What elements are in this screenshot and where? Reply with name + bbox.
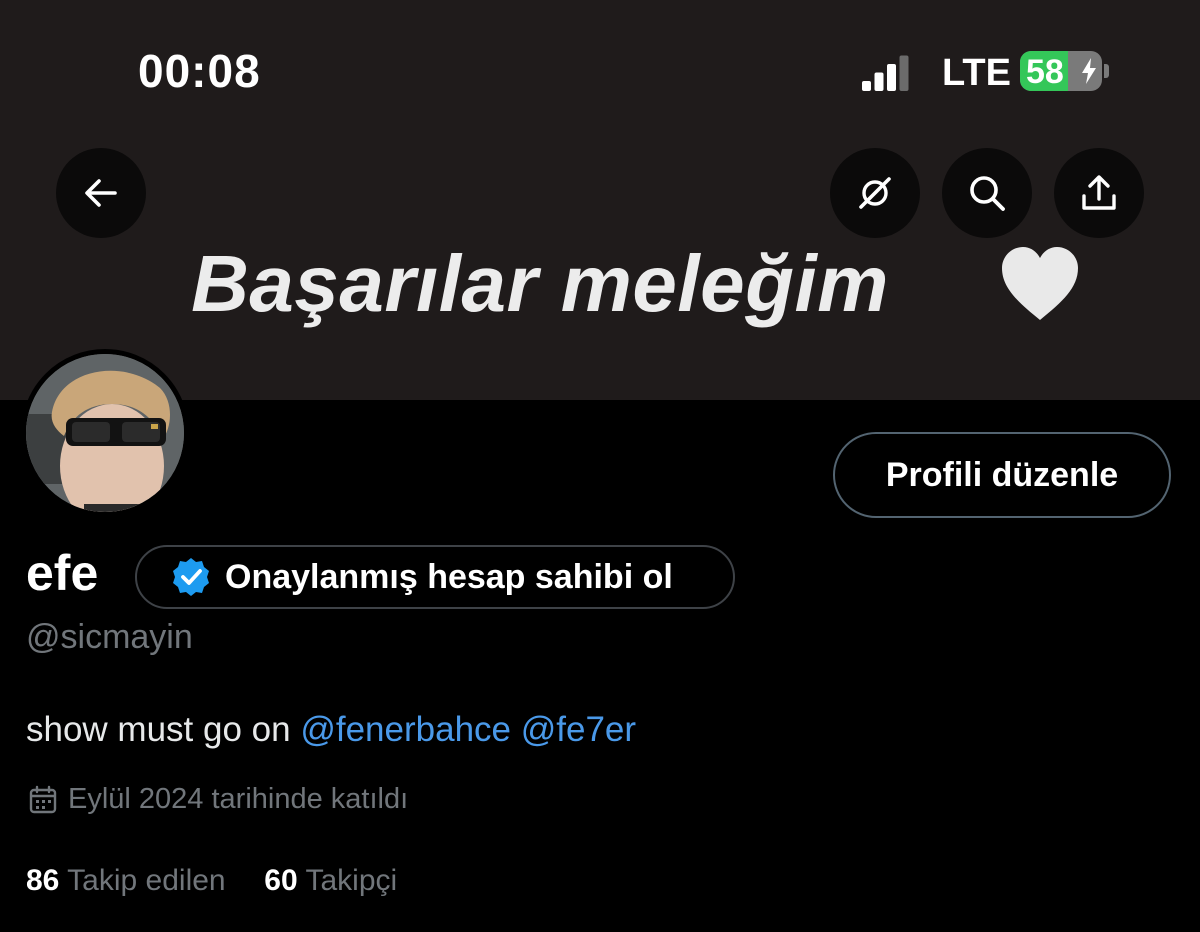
grok-button[interactable]: [830, 148, 920, 238]
cellular-signal-icon: [862, 55, 909, 91]
share-button[interactable]: [1054, 148, 1144, 238]
signal-bar: [862, 81, 871, 91]
signal-bar: [887, 64, 896, 91]
arrow-left-icon: [85, 179, 117, 207]
white-heart-icon: [1002, 247, 1078, 320]
calendar-icon: [29, 785, 57, 813]
network-type: LTE: [942, 52, 1011, 94]
battery-indicator: 58: [1020, 51, 1102, 91]
display-name: efe: [26, 545, 99, 601]
followers-label: Takipçi: [305, 864, 398, 897]
following-label: Takip edilen: [67, 864, 226, 897]
banner-text: Başarılar meleğim: [191, 239, 889, 328]
get-verified-button[interactable]: Onaylanmış hesap sahibi ol: [135, 545, 735, 609]
search-button[interactable]: [942, 148, 1032, 238]
followers-link[interactable]: 60 Takipçi: [264, 864, 397, 897]
share-icon: [1082, 175, 1116, 210]
edit-profile-button[interactable]: Profili düzenle: [833, 432, 1171, 518]
avatar-photo: [26, 354, 184, 512]
battery-level: 58: [1026, 53, 1064, 91]
battery-tip: [1104, 64, 1109, 78]
bio: show must go on @fenerbahce @fe7er: [26, 710, 636, 750]
status-time: 00:08: [138, 45, 261, 97]
search-icon: [970, 176, 1005, 211]
charging-bolt-icon: [1082, 58, 1096, 84]
mention-link-fenerbahce[interactable]: @fenerbahce: [300, 710, 511, 749]
follow-stats: 86 Takip edilen 60 Takipçi: [26, 864, 397, 898]
join-date-text: Eylül 2024 tarihinde katıldı: [68, 783, 409, 815]
signal-bar: [899, 55, 909, 91]
following-link[interactable]: 86 Takip edilen: [26, 864, 226, 897]
followers-count: 60: [264, 864, 298, 897]
back-button[interactable]: [56, 148, 146, 238]
get-verified-label: Onaylanmış hesap sahibi ol: [225, 557, 673, 596]
grok-icon: [859, 177, 891, 209]
join-date: Eylül 2024 tarihinde katıldı: [28, 783, 408, 816]
user-handle: @sicmayin: [26, 618, 193, 656]
signal-bar: [874, 72, 884, 91]
verified-badge-icon: [173, 558, 209, 596]
bio-text: show must go on: [26, 710, 291, 749]
profile-avatar[interactable]: [21, 349, 189, 517]
mention-link-fe7er[interactable]: @fe7er: [521, 710, 636, 749]
following-count: 86: [26, 864, 60, 897]
